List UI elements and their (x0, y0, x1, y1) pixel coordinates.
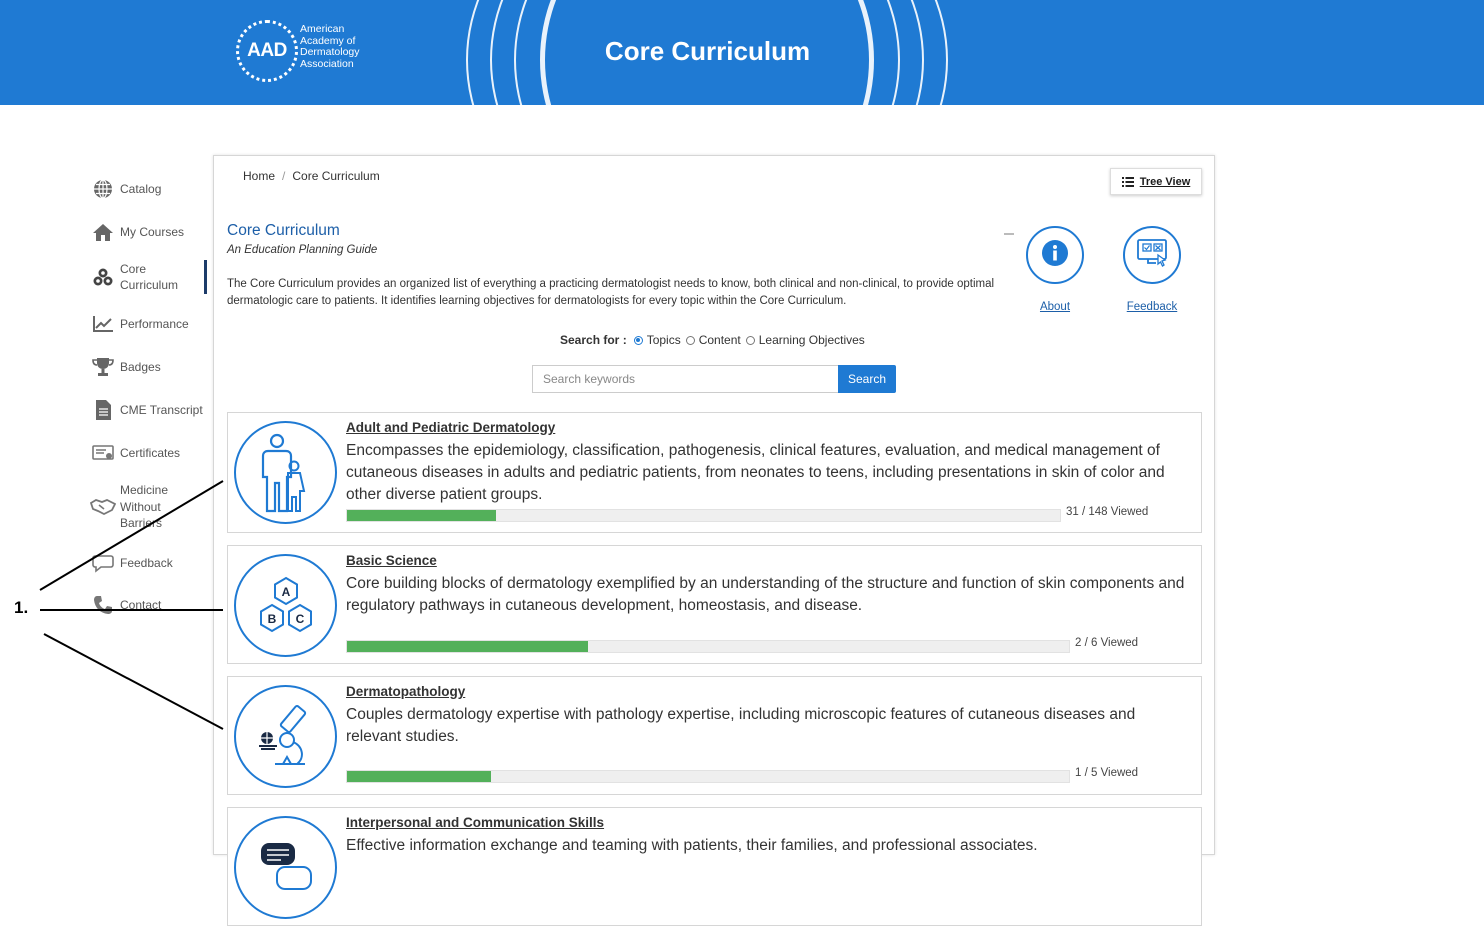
progress-fill (347, 771, 492, 782)
search-input[interactable]: Search keywords (532, 365, 838, 393)
progress-fill (347, 641, 588, 652)
topic-title[interactable]: Adult and Pediatric Dermatology (346, 420, 555, 435)
abc-letter-b: B (267, 612, 276, 626)
radio-content-label[interactable]: Content (699, 333, 741, 347)
tree-view-button[interactable]: Tree View (1110, 168, 1202, 195)
topic-description: Effective information exchange and teami… (346, 837, 1038, 854)
divider (1004, 233, 1014, 235)
sidebar-item-label: Core Curriculum (120, 262, 179, 292)
radio-topics[interactable] (633, 335, 643, 345)
tree-view-label: Tree View (1139, 175, 1191, 188)
progress-bar (346, 509, 1061, 522)
sidebar-item-contact[interactable]: Contact (90, 594, 210, 616)
sidebar-item-label: Performance (120, 317, 189, 331)
blocks-icon (90, 266, 116, 288)
adult-child-icon (234, 421, 337, 524)
search-scope-label: Search for : (560, 333, 627, 347)
sidebar-item-catalog[interactable]: Catalog (90, 178, 210, 200)
progress-bar (346, 640, 1070, 653)
active-indicator (204, 260, 207, 294)
topic-title[interactable]: Dermatopathology (346, 684, 465, 699)
topic-description: Couples dermatology expertise with patho… (346, 706, 1136, 745)
globe-icon (90, 178, 116, 200)
radio-topics-label[interactable]: Topics (647, 333, 681, 347)
document-icon (90, 399, 116, 421)
callout-line (43, 633, 224, 730)
breadcrumb-home[interactable]: Home (243, 169, 275, 183)
phone-icon (90, 594, 116, 616)
sidebar-item-label: CME Transcript (120, 403, 203, 417)
abc-blocks-icon: A B C (234, 554, 337, 657)
info-icon (1041, 239, 1069, 272)
search-button[interactable]: Search (838, 365, 896, 393)
sidebar-item-label: Medicine Without Barriers (120, 483, 169, 530)
viewed-count: 1 / 5 Viewed (1075, 767, 1139, 779)
topic-description: Encompasses the epidemiology, classifica… (346, 442, 1165, 503)
trophy-icon (90, 356, 116, 378)
chart-icon (90, 313, 116, 335)
feedback-button[interactable] (1123, 226, 1181, 284)
breadcrumb: Home / Core Curriculum (243, 169, 380, 183)
microscope-icon (234, 685, 337, 788)
topic-title[interactable]: Basic Science (346, 553, 437, 568)
sidebar-item-badges[interactable]: Badges (90, 356, 210, 378)
sidebar-item-label: Badges (120, 360, 161, 374)
certificate-icon (90, 442, 116, 464)
sidebar-item-medicine-without-barriers[interactable]: Medicine Without Barriers (90, 482, 210, 532)
topic-card-basic-science[interactable]: A B C Basic Science Core building blocks… (227, 545, 1202, 664)
sidebar-item-performance[interactable]: Performance (90, 313, 210, 335)
radio-content[interactable] (685, 335, 695, 345)
sidebar-item-feedback[interactable]: Feedback (90, 552, 210, 574)
topic-card-interpersonal-communication[interactable]: Interpersonal and Communication Skills E… (227, 807, 1202, 926)
abc-letter-c: C (295, 612, 304, 626)
list-icon (1121, 176, 1134, 187)
logo-text: American Academy of Dermatology Associat… (300, 23, 360, 70)
home-icon (90, 221, 116, 243)
search-scope-group: Search for : Topics Content Learning Obj… (560, 333, 865, 347)
about-link[interactable]: About (1020, 301, 1090, 313)
topic-description: Core building blocks of dermatology exem… (346, 575, 1185, 614)
progress-fill (347, 510, 497, 521)
page-title: Core Curriculum (227, 222, 340, 239)
speech-bubbles-icon (234, 816, 337, 919)
sidebar-item-my-courses[interactable]: My Courses (90, 221, 210, 243)
speech-bubble-icon (90, 552, 116, 574)
abc-letter-a: A (281, 585, 290, 599)
handshake-icon (90, 496, 116, 518)
radio-learning-objectives[interactable] (745, 335, 755, 345)
sidebar-item-label: My Courses (120, 225, 185, 239)
breadcrumb-separator: / (282, 169, 286, 183)
topic-title[interactable]: Interpersonal and Communication Skills (346, 815, 604, 830)
callout-label: 1. (14, 598, 29, 617)
breadcrumb-current: Core Curriculum (292, 169, 380, 183)
sidebar-item-label: Certificates (120, 446, 181, 460)
logo-mark: AAD (236, 20, 298, 82)
page-description: The Core Curriculum provides an organize… (227, 278, 995, 307)
feedback-link[interactable]: Feedback (1117, 301, 1187, 313)
page-subtitle: An Education Planning Guide (227, 244, 378, 256)
site-header: AAD American Academy of Dermatology Asso… (0, 0, 1484, 105)
sidebar-item-cme-transcript[interactable]: CME Transcript (90, 399, 210, 421)
aad-logo[interactable]: AAD American Academy of Dermatology Asso… (236, 20, 360, 82)
sidebar-item-label: Catalog (120, 182, 162, 196)
about-button[interactable] (1026, 226, 1084, 284)
viewed-count: 2 / 6 Viewed (1075, 637, 1139, 649)
sidebar-item-certificates[interactable]: Certificates (90, 442, 210, 464)
sidebar-item-label: Contact (120, 598, 162, 612)
sidebar-item-core-curriculum[interactable]: Core Curriculum (90, 261, 210, 293)
feedback-monitor-icon (1136, 238, 1168, 273)
progress-bar (346, 770, 1070, 783)
main-content-card: Home / Core Curriculum Tree View Core Curr… (213, 155, 1215, 926)
viewed-count: 31 / 148 Viewed (1066, 506, 1149, 518)
sidebar-item-label: Feedback (120, 556, 173, 570)
radio-learning-objectives-label[interactable]: Learning Objectives (759, 333, 865, 347)
header-title: Core Curriculum (604, 36, 811, 66)
topic-card-dermatopathology[interactable]: Dermatopathology Couples dermatology exp… (227, 676, 1202, 795)
topic-card-adult-pediatric[interactable]: Adult and Pediatric Dermatology Encompas… (227, 412, 1202, 533)
